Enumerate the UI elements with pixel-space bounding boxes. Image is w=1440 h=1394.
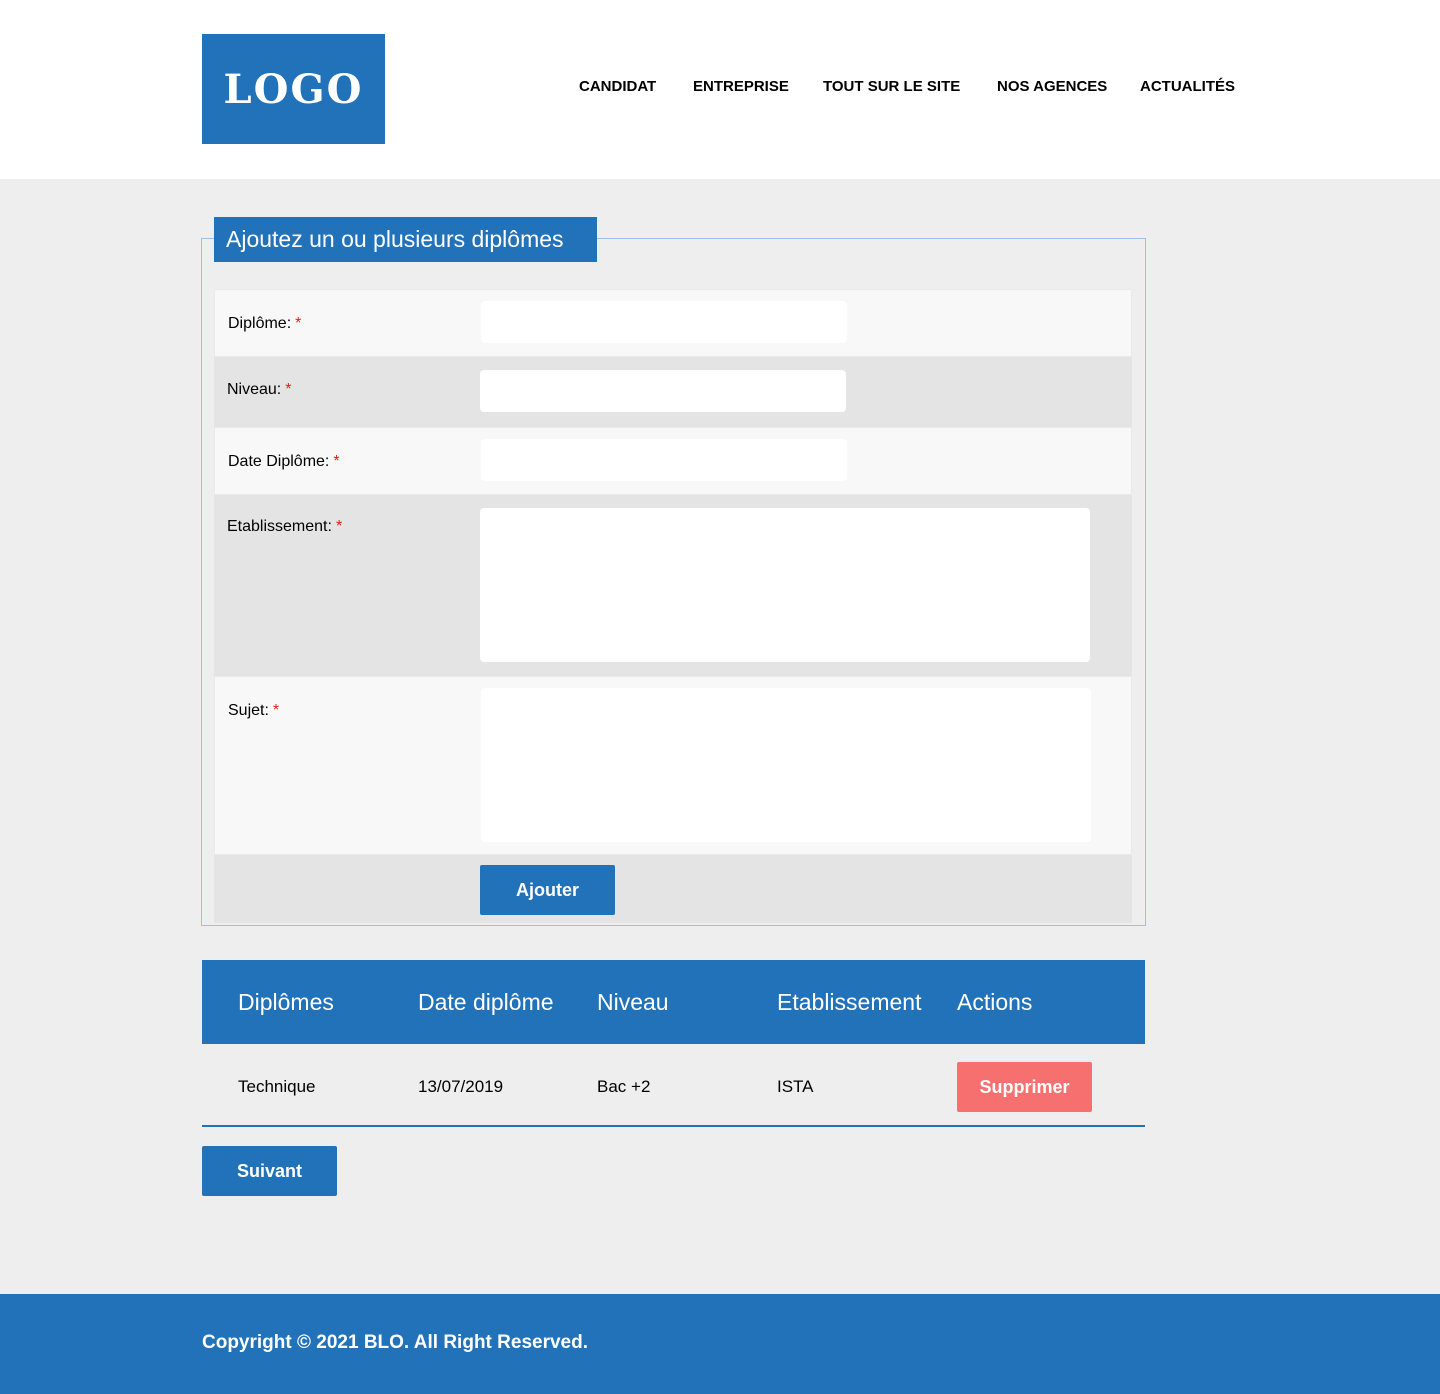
- required-marker: *: [335, 518, 343, 535]
- logo[interactable]: LOGO: [202, 34, 385, 144]
- column-header-date-diplome: Date diplôme: [418, 989, 554, 1015]
- required-marker: *: [295, 315, 302, 332]
- sujet-textarea[interactable]: [481, 688, 1091, 842]
- nav-item-entreprise[interactable]: ENTREPRISE: [693, 78, 789, 95]
- diplomas-table-header: Diplômes Date diplôme Niveau Etablisseme…: [202, 960, 1145, 1044]
- nav-item-candidat[interactable]: CANDIDAT: [579, 78, 656, 95]
- form-row-etablissement: Etablissement: *: [214, 495, 1132, 676]
- etablissement-label: Etablissement: *: [227, 518, 343, 535]
- site-header: LOGO CANDIDAT ENTREPRISE TOUT SUR LE SIT…: [0, 0, 1440, 179]
- niveau-input[interactable]: [480, 370, 846, 412]
- column-header-etablissement: Etablissement: [777, 989, 922, 1015]
- etablissement-textarea[interactable]: [480, 508, 1090, 662]
- required-marker: *: [285, 381, 292, 398]
- table-bottom-divider: [202, 1125, 1145, 1127]
- supprimer-button[interactable]: Supprimer: [957, 1062, 1092, 1112]
- form-row-niveau: Niveau: *: [214, 357, 1132, 427]
- required-marker: *: [333, 453, 340, 470]
- form-row-actions: [214, 855, 1132, 923]
- nav-item-tout-sur-le-site[interactable]: TOUT SUR LE SITE: [823, 78, 960, 95]
- nav-item-actualites[interactable]: ACTUALITÉS: [1140, 78, 1235, 95]
- cell-niveau: Bac +2: [597, 1077, 651, 1096]
- column-header-niveau: Niveau: [597, 989, 669, 1015]
- logo-text: LOGO: [223, 65, 364, 113]
- form-legend: Ajoutez un ou plusieurs diplômes: [214, 217, 597, 262]
- niveau-label: Niveau: *: [227, 381, 292, 398]
- column-header-diplomes: Diplômes: [238, 989, 334, 1015]
- nav-item-nos-agences[interactable]: NOS AGENCES: [997, 78, 1107, 95]
- sujet-label: Sujet: *: [228, 702, 280, 719]
- suivant-button[interactable]: Suivant: [202, 1146, 337, 1196]
- form-row-date-diplome: Date Diplôme: *: [214, 427, 1132, 495]
- ajouter-button[interactable]: Ajouter: [480, 865, 615, 915]
- form-row-diplome: Diplôme: *: [214, 289, 1132, 357]
- diplome-input[interactable]: [481, 301, 847, 343]
- copyright-text: Copyright © 2021 BLO. All Right Reserved…: [202, 1332, 588, 1353]
- diplome-label: Diplôme: *: [228, 315, 302, 332]
- cell-etablissement: ISTA: [777, 1077, 814, 1096]
- cell-diplome: Technique: [238, 1077, 316, 1096]
- cell-date: 13/07/2019: [418, 1077, 504, 1096]
- required-marker: *: [272, 702, 280, 719]
- form-row-sujet: Sujet: *: [214, 676, 1132, 855]
- column-header-actions: Actions: [957, 989, 1033, 1015]
- date-diplome-input[interactable]: [481, 439, 847, 481]
- date-diplome-label: Date Diplôme: *: [228, 453, 340, 470]
